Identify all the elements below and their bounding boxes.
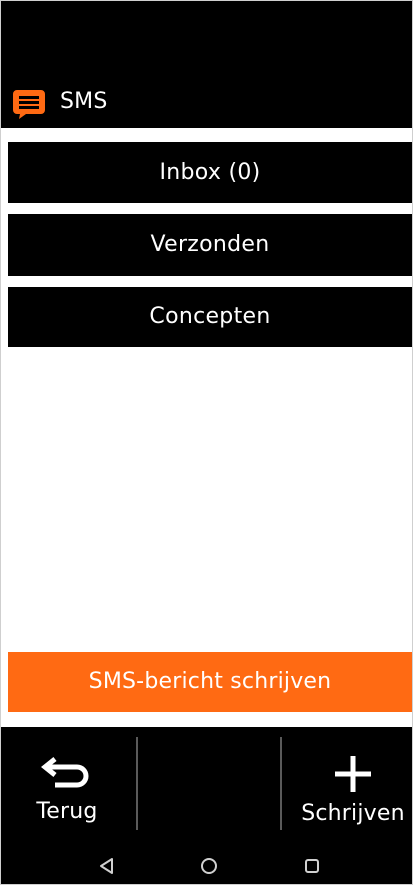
plus-icon [335, 756, 371, 792]
write-sms-button[interactable]: SMS-bericht schrijven [8, 652, 412, 712]
softkey-divider [136, 737, 138, 830]
page-title: SMS [60, 89, 108, 114]
app-screen: SMS Inbox (0) Verzonden Concepten SMS-be… [0, 0, 413, 885]
nav-back-triangle-icon[interactable] [97, 856, 117, 876]
drafts-button[interactable]: Concepten [8, 287, 412, 347]
write-softkey[interactable]: Schrijven [297, 727, 409, 847]
sms-message-icon [13, 90, 45, 119]
nav-recents-square-icon[interactable] [302, 856, 322, 876]
nav-home-circle-icon[interactable] [199, 856, 219, 876]
softkey-bar: Terug Schrijven [1, 727, 412, 847]
write-label: Schrijven [301, 801, 405, 826]
return-arrow-icon [41, 757, 89, 788]
softkey-divider [280, 737, 282, 830]
sent-button[interactable]: Verzonden [8, 214, 412, 276]
back-softkey[interactable]: Terug [21, 727, 113, 847]
inbox-button[interactable]: Inbox (0) [8, 142, 412, 203]
back-label: Terug [36, 799, 98, 824]
app-header: SMS [1, 1, 412, 128]
system-navigation-bar [1, 847, 412, 884]
